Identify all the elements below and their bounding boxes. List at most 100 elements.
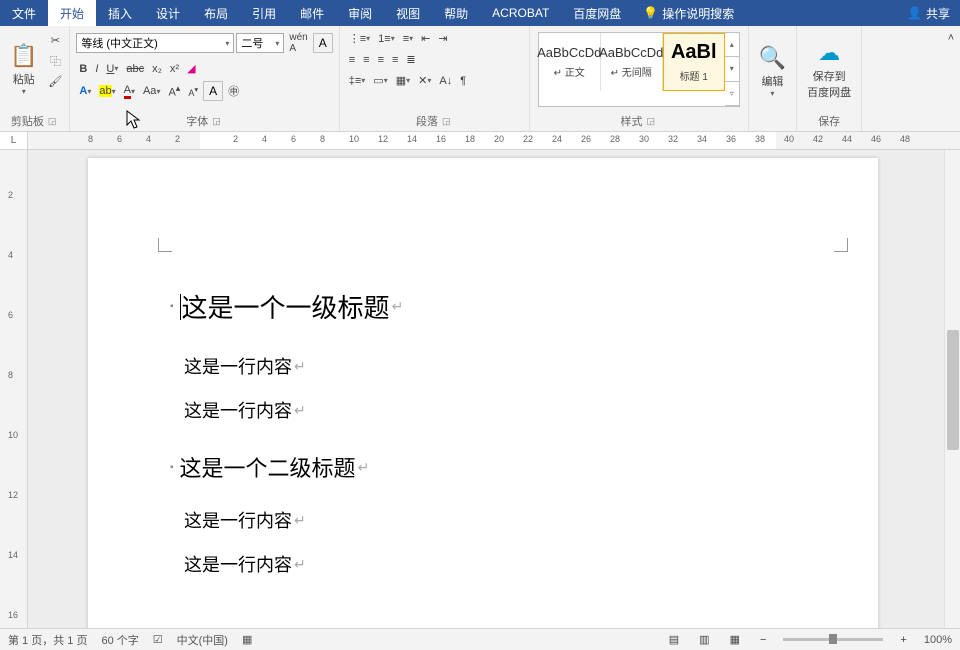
line-spacing-button[interactable]: ‡≡▾ [346, 73, 369, 89]
numbering-button[interactable]: 1≡▾ [375, 31, 398, 47]
ruler-mark: 8 [320, 134, 325, 144]
highlight-button[interactable]: ab▾ [96, 83, 118, 99]
align-center-button[interactable]: ≡ [360, 52, 372, 68]
collapse-ribbon-button[interactable]: ˄ [945, 30, 957, 46]
vertical-scrollbar[interactable] [944, 150, 960, 628]
save-to-baidu-button[interactable]: ☁ 保存到 百度网盘 [801, 28, 857, 111]
decrease-indent-button[interactable]: ⇤ [418, 30, 433, 47]
align-right-button[interactable]: ≡ [375, 52, 387, 68]
format-painter-button[interactable]: 🖌 [45, 73, 65, 90]
zoom-slider[interactable] [783, 638, 883, 641]
view-read-mode[interactable]: ▤ [666, 631, 682, 648]
style-normal[interactable]: AaBbCcDd ↵ 正文 [539, 33, 601, 91]
borders-button[interactable]: ▦▾ [393, 72, 413, 89]
sort-button[interactable]: A↓ [436, 73, 455, 89]
view-web-layout[interactable]: ▦ [727, 631, 743, 648]
style-no-spacing[interactable]: AaBbCcDd ↵ 无间隔 [601, 33, 663, 91]
doc-paragraph[interactable]: 这是一行内容 ↵ [184, 551, 782, 577]
align-left-button[interactable]: ≡ [346, 52, 358, 68]
doc-paragraph[interactable]: 这是一行内容 ↵ [184, 507, 782, 533]
tab-help[interactable]: 帮助 [432, 0, 480, 26]
font-size-value: 二号 [241, 35, 263, 51]
copy-button[interactable]: ⿻ [45, 51, 65, 71]
share-button[interactable]: 👤 共享 [897, 0, 960, 26]
styles-launcher[interactable]: ◲ [644, 116, 657, 127]
styles-gallery[interactable]: AaBbCcDd ↵ 正文 AaBbCcDd ↵ 无间隔 AaBl 标题 1 ▴… [538, 32, 740, 107]
character-border-button[interactable]: A [313, 33, 333, 53]
enclose-char-button[interactable]: ㊥ [225, 81, 242, 101]
subscript-button[interactable]: x₂ [149, 61, 165, 77]
distributed-button[interactable]: ≣ [403, 51, 418, 68]
gallery-scroll-up[interactable]: ▴ [725, 33, 739, 57]
editing-label: 编辑 [761, 73, 783, 89]
zoom-in-button[interactable]: + [897, 632, 909, 648]
paste-button[interactable]: 📋 粘贴 ▾ [4, 28, 43, 111]
bullets-button[interactable]: ⋮≡▾ [346, 30, 373, 47]
doc-paragraph[interactable]: 这是一行内容 ↵ [184, 353, 782, 379]
italic-button[interactable]: I [92, 61, 101, 77]
font-size-combo[interactable]: 二号 ▾ [236, 33, 284, 53]
tab-acrobat[interactable]: ACROBAT [480, 0, 561, 26]
underline-button[interactable]: U▾ [103, 61, 121, 77]
tell-me-search[interactable]: 💡 操作说明搜索 [633, 0, 744, 26]
tab-view[interactable]: 视图 [384, 0, 432, 26]
asian-layout-button[interactable]: ✕▾ [415, 72, 434, 89]
increase-indent-button[interactable]: ⇥ [435, 30, 450, 47]
change-case-button[interactable]: Aa▾ [140, 83, 163, 99]
superscript-button[interactable]: x² [167, 61, 182, 77]
doc-paragraph[interactable]: 这是一行内容 ↵ [184, 397, 782, 423]
word-count[interactable]: 60 个字 [101, 632, 138, 648]
macro-icon[interactable]: ▦ [242, 633, 252, 646]
tab-home[interactable]: 开始 [48, 0, 96, 26]
font-launcher[interactable]: ◲ [210, 116, 223, 127]
zoom-slider-thumb[interactable] [829, 634, 837, 644]
ruler-horizontal[interactable]: L 86422468101214161820222426283032343638… [0, 132, 960, 150]
ruler-vertical[interactable]: 246810121416 [0, 150, 28, 628]
style-heading-1[interactable]: AaBl 标题 1 [663, 33, 725, 91]
distributed-icon: ≣ [406, 53, 415, 66]
doc-p-text: 这是一行内容 [184, 353, 292, 379]
group-font: 等线 (中文正文) ▾ 二号 ▾ wénA A B I U▾ abc x₂ [70, 26, 339, 131]
scrollbar-thumb[interactable] [947, 330, 959, 450]
show-marks-button[interactable]: ¶ [457, 73, 469, 89]
paragraph-mark-icon: ↵ [294, 402, 306, 419]
page-scroll[interactable]: ▪ 这是一个一级标题 ↵ 这是一行内容 ↵ 这是一行内容 ↵ ▪ 这是一个二级标… [28, 150, 960, 628]
doc-heading-1[interactable]: ▪ 这是一个一级标题 ↵ [184, 288, 782, 325]
strikethrough-button[interactable]: abc [123, 61, 147, 77]
tab-file[interactable]: 文件 [0, 0, 48, 26]
editing-button[interactable]: 🔍 编辑 ▾ [753, 28, 792, 115]
tab-selector[interactable]: L [0, 132, 28, 150]
justify-button[interactable]: ≡ [389, 52, 401, 68]
text-effects-button[interactable]: A▾ [76, 83, 94, 99]
tab-layout[interactable]: 布局 [192, 0, 240, 26]
page-status[interactable]: 第 1 页，共 1 页 [8, 632, 87, 648]
grow-font-button[interactable]: A▴ [165, 81, 183, 101]
tab-baidu[interactable]: 百度网盘 [561, 0, 633, 26]
language-status[interactable]: 中文(中国) [177, 632, 228, 648]
tab-insert[interactable]: 插入 [96, 0, 144, 26]
zoom-out-button[interactable]: − [757, 632, 769, 648]
shading-button[interactable]: ▭▾ [370, 72, 390, 89]
clear-formatting-button[interactable]: ◢ [184, 60, 198, 77]
clipboard-launcher[interactable]: ◲ [46, 116, 59, 127]
page[interactable]: ▪ 这是一个一级标题 ↵ 这是一行内容 ↵ 这是一行内容 ↵ ▪ 这是一个二级标… [88, 158, 878, 628]
tab-review[interactable]: 审阅 [336, 0, 384, 26]
view-print-layout[interactable]: ▥ [696, 631, 712, 648]
bold-button[interactable]: B [76, 61, 90, 77]
font-name-combo[interactable]: 等线 (中文正文) ▾ [76, 33, 234, 53]
doc-heading-2[interactable]: ▪ 这是一个二级标题 ↵ [184, 451, 782, 483]
spell-check-icon[interactable]: ☑ [153, 633, 163, 646]
gallery-expand[interactable]: ▿ [725, 82, 739, 106]
zoom-level[interactable]: 100% [924, 634, 952, 646]
paragraph-launcher[interactable]: ◲ [440, 116, 453, 127]
font-color-button[interactable]: A▾ [121, 82, 138, 101]
gallery-scroll-down[interactable]: ▾ [725, 57, 739, 81]
char-shading-button[interactable]: A [203, 81, 223, 101]
phonetic-guide-button[interactable]: wénA [286, 30, 310, 56]
tab-references[interactable]: 引用 [240, 0, 288, 26]
multilevel-button[interactable]: ≡▾ [400, 31, 416, 47]
tab-design[interactable]: 设计 [144, 0, 192, 26]
shrink-font-button[interactable]: A▾ [185, 83, 201, 100]
cut-button[interactable]: ✂ [45, 32, 65, 49]
tab-mailings[interactable]: 邮件 [288, 0, 336, 26]
